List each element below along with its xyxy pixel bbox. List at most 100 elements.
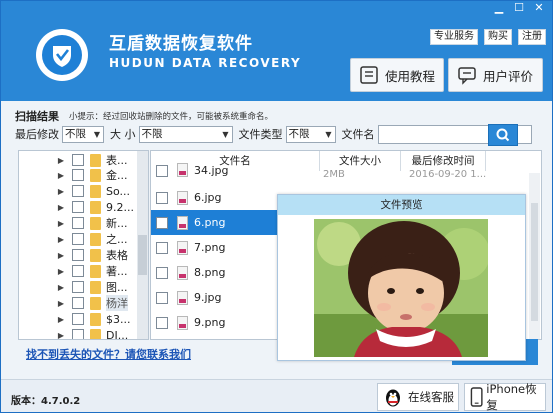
- preview-title: 文件预览: [278, 195, 525, 215]
- search-icon: [496, 128, 510, 142]
- book-icon: [360, 66, 378, 84]
- checkbox[interactable]: [156, 241, 168, 254]
- pro-service-link[interactable]: 专业服务: [430, 29, 478, 45]
- table-row[interactable]: 34.jpg: [151, 163, 278, 177]
- image-file-icon: [177, 163, 188, 177]
- help-link[interactable]: 找不到丢失的文件？请您联系我们: [26, 346, 191, 362]
- tree-item[interactable]: ▶ DI...: [19, 326, 137, 340]
- phone-icon: [470, 387, 483, 407]
- review-button[interactable]: 用户评价: [448, 58, 543, 92]
- tree-item-label: So...: [106, 184, 131, 198]
- table-row[interactable]: 6.jpg: [151, 185, 278, 210]
- chevron-right-icon[interactable]: ▶: [56, 171, 66, 180]
- size-select[interactable]: 不限 ▼: [138, 125, 233, 143]
- chevron-right-icon[interactable]: ▶: [56, 315, 66, 324]
- checkbox[interactable]: [156, 216, 168, 229]
- checkbox[interactable]: [156, 316, 168, 329]
- chevron-right-icon[interactable]: ▶: [56, 203, 66, 212]
- checkbox[interactable]: [72, 265, 84, 277]
- table-row[interactable]: 7.png: [151, 235, 278, 260]
- tree-item-label: 杨洋: [106, 295, 128, 311]
- register-link[interactable]: 注册: [518, 29, 546, 45]
- file-list-scroll-thumb[interactable]: [531, 203, 538, 321]
- table-row[interactable]: 6.png: [151, 210, 278, 235]
- checkbox[interactable]: [156, 191, 168, 204]
- tree-item-label: 著...: [106, 265, 128, 278]
- chevron-right-icon[interactable]: ▶: [56, 299, 66, 308]
- file-name: 6.png: [194, 216, 226, 229]
- version-label: 版本：4.7.0.2: [11, 396, 81, 407]
- tree-item-label: 新...: [106, 217, 128, 230]
- folder-icon: [90, 312, 101, 326]
- chevron-right-icon[interactable]: ▶: [56, 187, 66, 196]
- chevron-right-icon[interactable]: ▶: [56, 235, 66, 244]
- chevron-right-icon[interactable]: ▶: [56, 267, 66, 276]
- folder-tree: ▶ 表... ▶ 金... ▶ So... ▶ 9.2... ▶ 新... ▶ …: [18, 150, 149, 340]
- app-window: 互盾数据恢复软件 HUDUN DATA RECOVERY ▁ ☐ ✕ 专业服务 …: [0, 0, 553, 413]
- checkbox[interactable]: [72, 313, 84, 325]
- checkbox[interactable]: [72, 249, 84, 261]
- file-name: 9.jpg: [194, 291, 222, 304]
- dropdown-arrow-icon: ▼: [222, 129, 229, 139]
- modified-select[interactable]: 不限 ▼: [62, 125, 104, 143]
- folder-icon: [90, 264, 101, 278]
- tutorial-button[interactable]: 使用教程: [350, 58, 444, 92]
- tree-item-label: 表格: [106, 249, 128, 262]
- checkbox[interactable]: [72, 281, 84, 293]
- checkbox[interactable]: [156, 291, 168, 304]
- checkbox[interactable]: [72, 169, 84, 181]
- checkbox[interactable]: [72, 201, 84, 213]
- chat-icon: [458, 67, 476, 85]
- tree-item-label: $3...: [106, 312, 131, 326]
- maximize-button[interactable]: ☐: [510, 1, 528, 15]
- chevron-right-icon[interactable]: ▶: [56, 331, 66, 340]
- minimize-button[interactable]: ▁: [490, 1, 508, 15]
- file-name: 9.png: [194, 316, 226, 329]
- iphone-recovery-button[interactable]: iPhone恢复: [464, 382, 546, 412]
- review-label: 用户评价: [483, 68, 534, 84]
- checkbox[interactable]: [72, 185, 84, 197]
- file-preview-panel: 文件预览: [277, 194, 526, 361]
- checkbox[interactable]: [72, 217, 84, 229]
- dropdown-arrow-icon: ▼: [325, 129, 332, 139]
- column-header-size[interactable]: 文件大小: [320, 151, 401, 171]
- folder-icon: [90, 216, 101, 230]
- checkbox[interactable]: [156, 165, 168, 177]
- tip-text: 小提示：经过回收站删除的文件，可能被系统重命名。: [69, 112, 274, 122]
- buy-link[interactable]: 购买: [484, 29, 512, 45]
- table-row[interactable]: 9.png: [151, 310, 278, 335]
- type-select[interactable]: 不限 ▼: [285, 125, 336, 143]
- chevron-right-icon[interactable]: ▶: [56, 156, 66, 165]
- chevron-right-icon[interactable]: ▶: [56, 283, 66, 292]
- dropdown-arrow-icon: ▼: [93, 129, 100, 139]
- scan-result-title: 扫描结果: [15, 110, 59, 123]
- online-service-button[interactable]: 在线客服: [377, 383, 459, 411]
- file-size: 2MB: [323, 169, 345, 180]
- image-file-icon: [177, 315, 188, 330]
- image-file-icon: [177, 190, 188, 205]
- image-file-icon: [177, 265, 188, 280]
- checkbox[interactable]: [72, 154, 84, 166]
- close-button[interactable]: ✕: [530, 1, 548, 15]
- tutorial-label: 使用教程: [385, 68, 436, 84]
- chevron-right-icon[interactable]: ▶: [56, 251, 66, 260]
- folder-icon: [90, 248, 101, 262]
- checkbox[interactable]: [72, 233, 84, 245]
- table-row[interactable]: 9.jpg: [151, 285, 278, 310]
- checkbox[interactable]: [72, 329, 84, 339]
- tree-scrollbar[interactable]: [137, 151, 148, 339]
- table-row[interactable]: 8.png: [151, 260, 278, 285]
- file-list-scrollbar[interactable]: [529, 173, 540, 339]
- file-name: 8.png: [194, 266, 226, 279]
- checkbox[interactable]: [156, 266, 168, 279]
- chevron-right-icon[interactable]: ▶: [56, 219, 66, 228]
- checkbox[interactable]: [72, 297, 84, 309]
- tree-scroll-thumb[interactable]: [138, 235, 147, 275]
- search-button[interactable]: [488, 124, 518, 146]
- tree-item-label: 金...: [106, 169, 128, 182]
- top-links: 专业服务 购买 注册: [424, 29, 546, 45]
- column-header-modified[interactable]: 最后修改时间: [401, 151, 486, 171]
- folder-icon: [90, 168, 101, 182]
- file-date: 2016-09-20 1...: [409, 169, 487, 180]
- size-value: 不限: [141, 127, 163, 140]
